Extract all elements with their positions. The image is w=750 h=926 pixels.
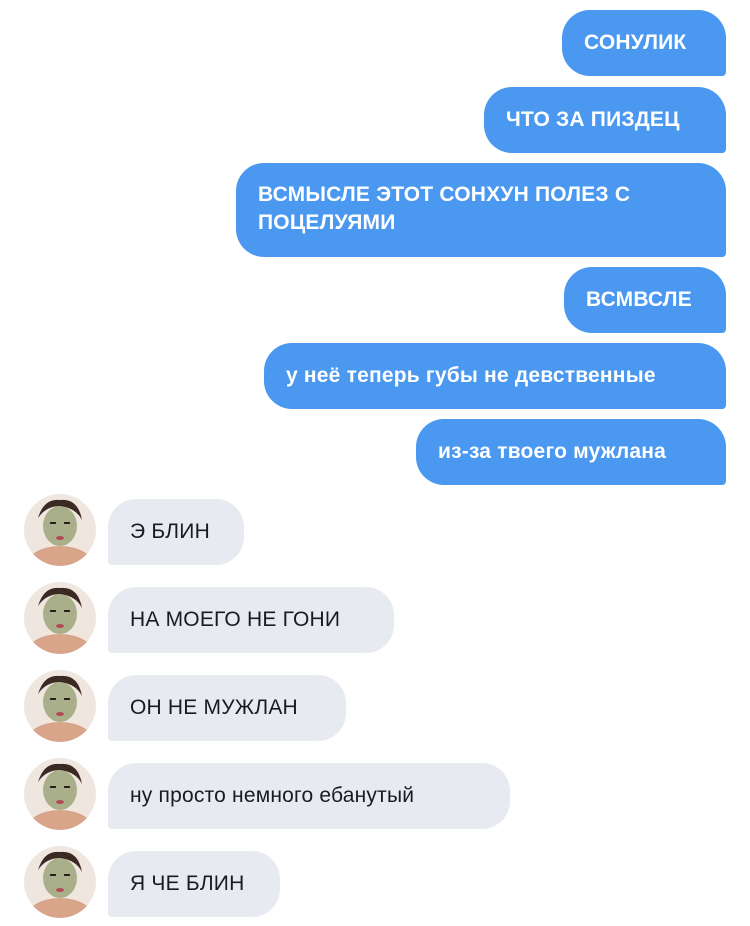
- message-text: ВСМЫСЛЕ ЭТОТ СОНХУН ПОЛЕЗ С ПОЦЕЛУЯМИ: [258, 183, 631, 234]
- avatar-photo-icon: [24, 494, 96, 566]
- message-text: НА МОЕГО НЕ ГОНИ: [130, 608, 341, 631]
- avatar-photo-icon: [24, 758, 96, 830]
- incoming-message[interactable]: НА МОЕГО НЕ ГОНИ: [108, 587, 394, 653]
- message-text: ну просто немного ебанутый: [130, 784, 415, 807]
- sender-avatar[interactable]: [24, 846, 96, 918]
- message-text: ВСМВСЛЕ: [586, 288, 692, 311]
- message-text: Э БЛИН: [130, 520, 210, 543]
- incoming-message[interactable]: ну просто немного ебанутый: [108, 763, 510, 829]
- message-text: ОН НЕ МУЖЛАН: [130, 696, 298, 719]
- avatar-photo-icon: [24, 670, 96, 742]
- message-text: ЧТО ЗА ПИЗДЕЦ: [506, 108, 680, 131]
- sender-avatar[interactable]: [24, 494, 96, 566]
- avatar-photo-icon: [24, 582, 96, 654]
- incoming-message[interactable]: Я ЧЕ БЛИН: [108, 851, 280, 917]
- message-text: Я ЧЕ БЛИН: [130, 872, 245, 895]
- incoming-message[interactable]: ОН НЕ МУЖЛАН: [108, 675, 346, 741]
- outgoing-message[interactable]: СОНУЛИК: [562, 10, 726, 76]
- incoming-message[interactable]: Э БЛИН: [108, 499, 244, 565]
- message-text: из-за твоего мужлана: [438, 440, 667, 463]
- message-text: у неё теперь губы не девственные: [286, 364, 656, 387]
- sender-avatar[interactable]: [24, 670, 96, 742]
- outgoing-message[interactable]: из-за твоего мужлана: [416, 419, 726, 485]
- outgoing-message[interactable]: ЧТО ЗА ПИЗДЕЦ: [484, 87, 726, 153]
- outgoing-message[interactable]: ВСМЫСЛЕ ЭТОТ СОНХУН ПОЛЕЗ С ПОЦЕЛУЯМИ: [236, 163, 726, 257]
- avatar-photo-icon: [24, 846, 96, 918]
- outgoing-message[interactable]: ВСМВСЛЕ: [564, 267, 726, 333]
- sender-avatar[interactable]: [24, 758, 96, 830]
- sender-avatar[interactable]: [24, 582, 96, 654]
- message-text: СОНУЛИК: [584, 31, 687, 54]
- outgoing-message[interactable]: у неё теперь губы не девственные: [264, 343, 726, 409]
